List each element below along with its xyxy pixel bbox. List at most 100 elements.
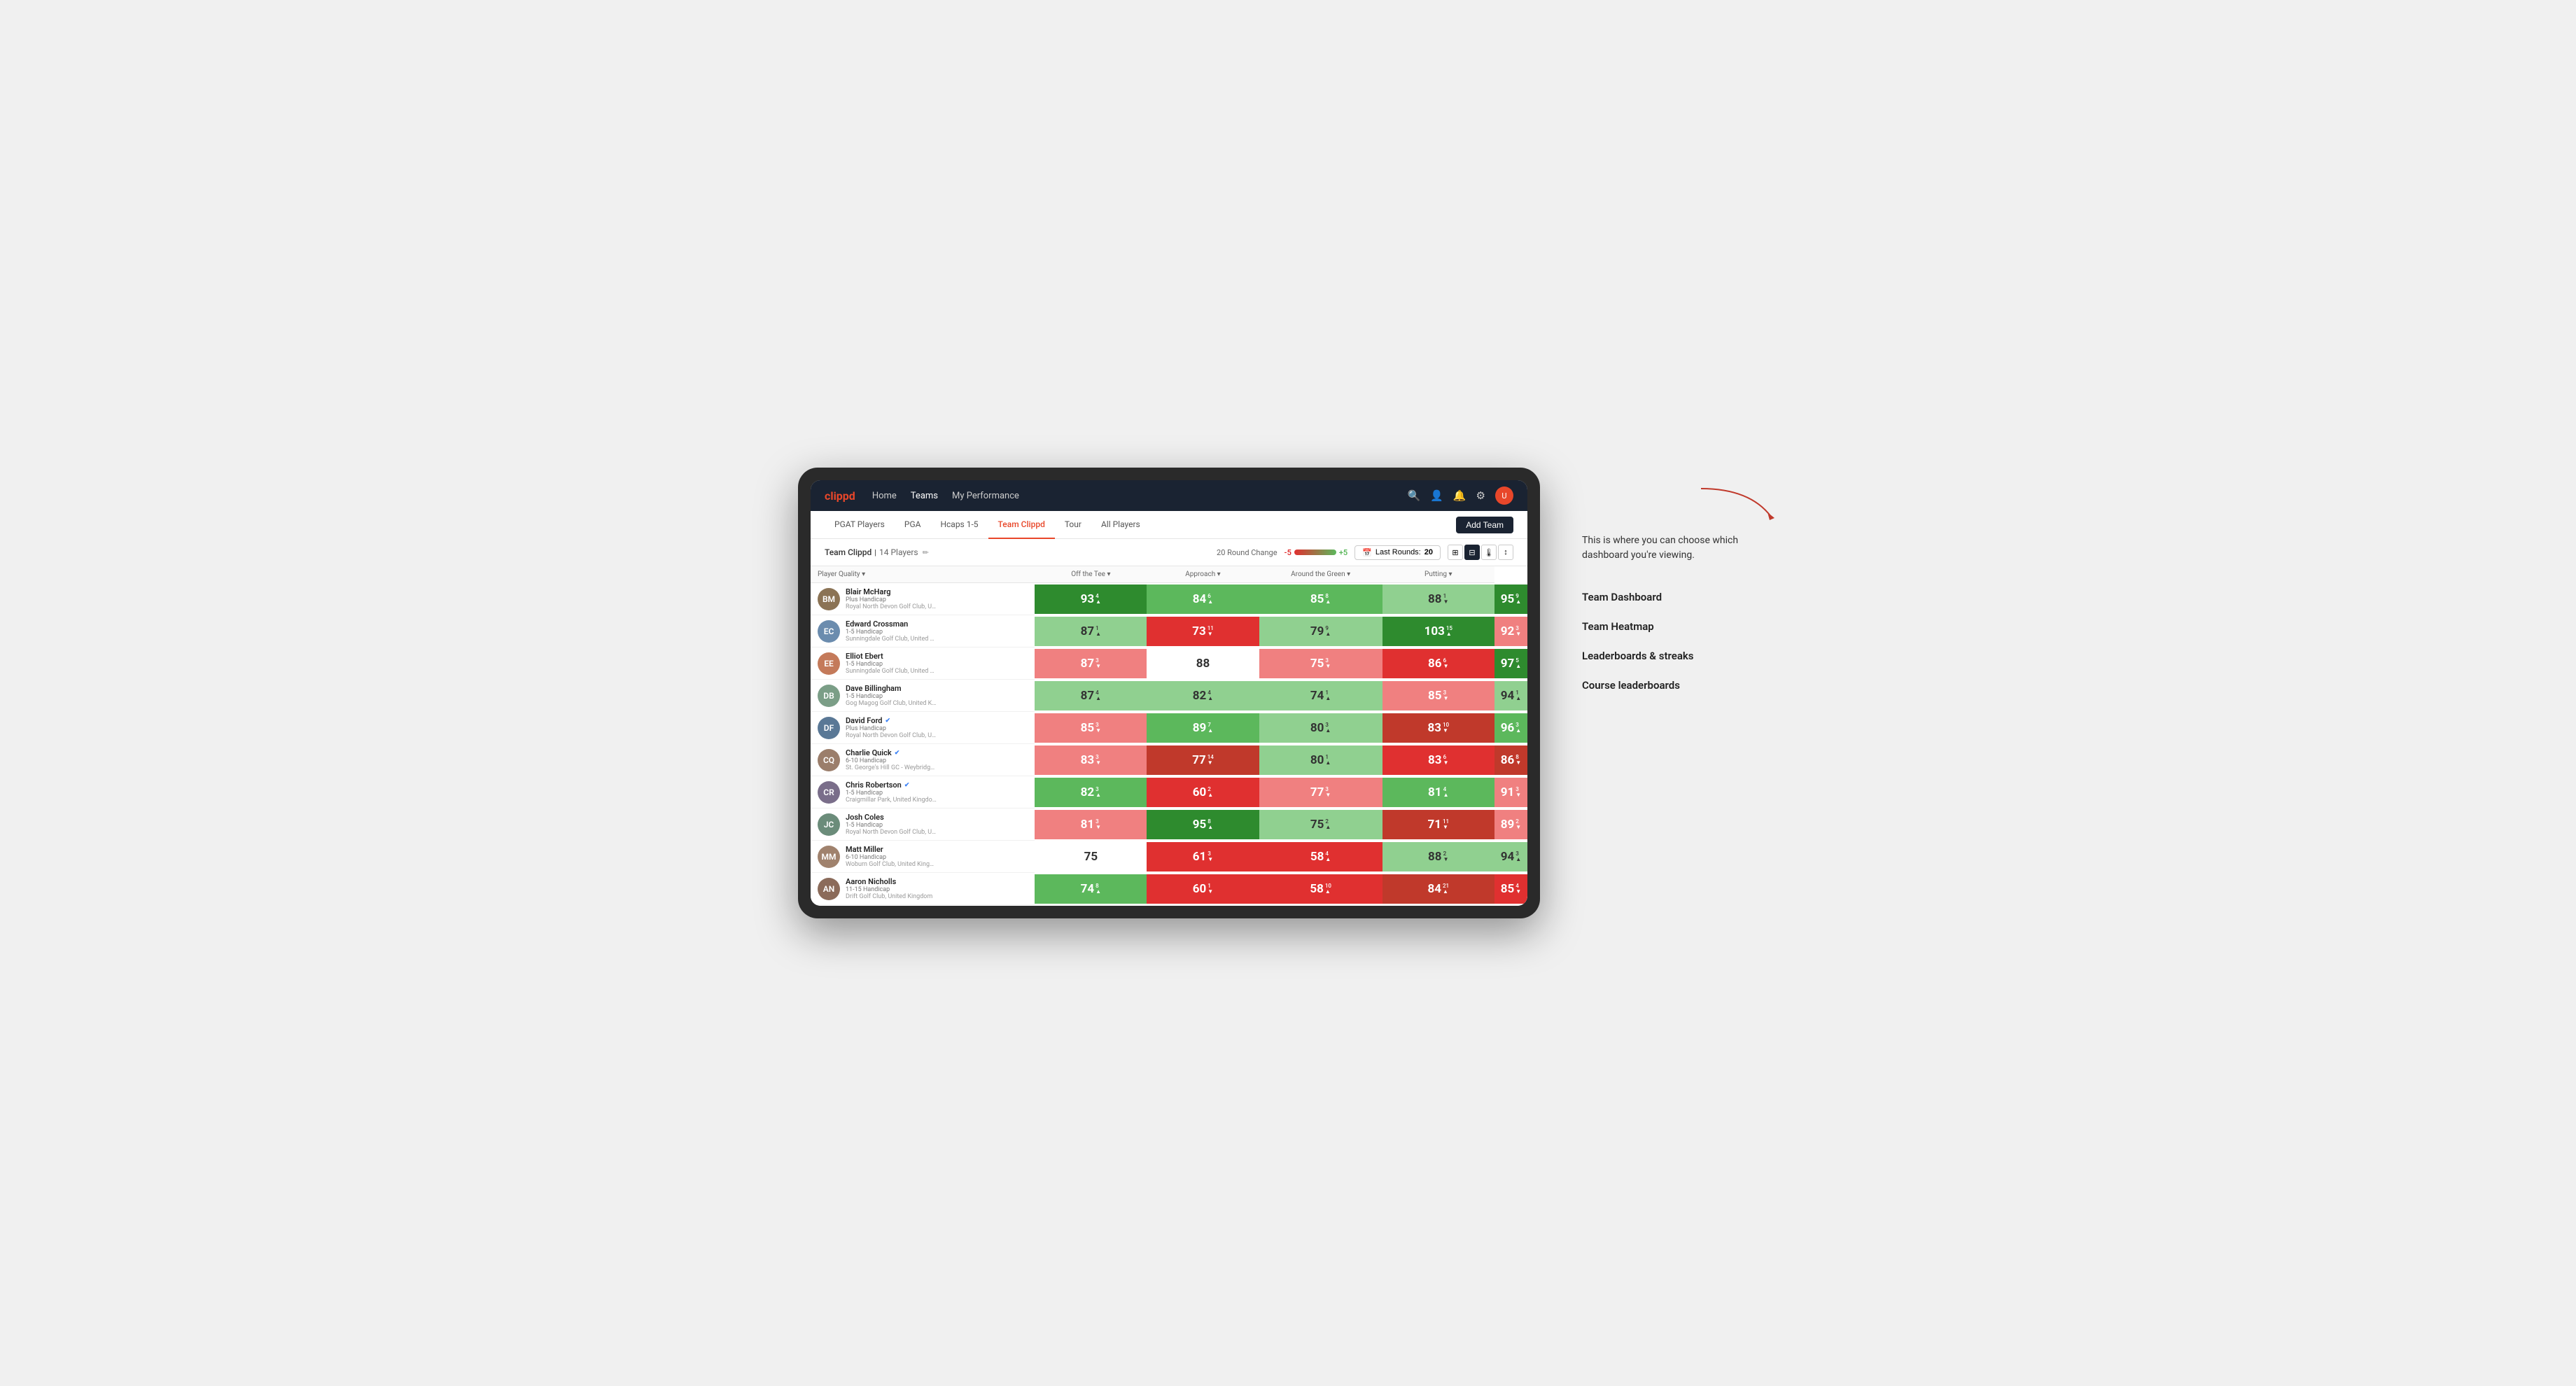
score-cell-quality: 93 4▲ xyxy=(1035,583,1147,616)
score-change-down: 3▼ xyxy=(1096,658,1101,669)
score-number: 94 xyxy=(1501,689,1515,703)
score-number: 75 xyxy=(1084,850,1098,864)
view-grid-small-button[interactable]: ⊞ xyxy=(1448,545,1463,560)
team-header-right: 20 Round Change -5 +5 📅 Last Rounds: 20 … xyxy=(1217,545,1513,560)
score-number: 77 xyxy=(1310,785,1324,799)
score-change-down: 3▼ xyxy=(1325,787,1331,798)
player-avatar: CQ xyxy=(818,749,840,771)
score-number: 89 xyxy=(1193,721,1207,735)
player-name: Chris Robertson ✔ xyxy=(846,780,1028,790)
sub-nav-allplayers[interactable]: All Players xyxy=(1091,511,1150,539)
score-cell-green: 88 1▼ xyxy=(1382,583,1494,616)
player-handicap: 1-5 Handicap xyxy=(846,790,1028,797)
col-header-player[interactable]: Player Quality ▾ xyxy=(811,566,1035,583)
score-cell-putting: 94 1▲ xyxy=(1494,680,1527,712)
score-change-up: 1▲ xyxy=(1516,690,1521,701)
table-row[interactable]: CR Chris Robertson ✔ 1-5 Handicap Craigm… xyxy=(811,776,1527,808)
score-box: 86 8▼ xyxy=(1494,746,1527,775)
score-change-up: 3▲ xyxy=(1516,851,1521,862)
person-icon[interactable]: 👤 xyxy=(1430,489,1443,502)
player-info: Dave Billingham 1-5 Handicap Gog Magog G… xyxy=(846,684,1028,707)
tablet-frame: clippd Home Teams My Performance 🔍 👤 🔔 ⚙… xyxy=(798,468,1540,918)
player-handicap: 1-5 Handicap xyxy=(846,661,1028,668)
score-number: 85 xyxy=(1081,721,1095,735)
view-heatmap-button[interactable]: 🌡 xyxy=(1481,545,1497,560)
nav-link-teams[interactable]: Teams xyxy=(911,491,938,501)
player-handicap: 11-15 Handicap xyxy=(846,886,1028,893)
score-box: 83 6▼ xyxy=(1382,746,1494,775)
table-row[interactable]: EE Elliot Ebert 1-5 Handicap Sunningdale… xyxy=(811,648,1527,680)
player-info: David Ford ✔ Plus Handicap Royal North D… xyxy=(846,716,1028,739)
table-row[interactable]: BM Blair McHarg Plus Handicap Royal Nort… xyxy=(811,583,1527,616)
score-change-down: 3▼ xyxy=(1516,787,1521,798)
score-box: 84 6▲ xyxy=(1147,584,1259,614)
score-cell-quality: 87 3▼ xyxy=(1035,648,1147,680)
search-icon[interactable]: 🔍 xyxy=(1407,489,1420,502)
col-header-putting[interactable]: Putting ▾ xyxy=(1382,566,1494,583)
scale-bar xyxy=(1294,550,1336,555)
last-rounds-button[interactable]: 📅 Last Rounds: 20 xyxy=(1354,545,1441,560)
score-number: 60 xyxy=(1193,785,1207,799)
player-avatar: EC xyxy=(818,620,840,643)
score-box: 95 9▲ xyxy=(1494,584,1527,614)
sub-nav-tour[interactable]: Tour xyxy=(1055,511,1091,539)
table-row[interactable]: CQ Charlie Quick ✔ 6-10 Handicap St. Geo… xyxy=(811,744,1527,776)
player-club: Royal North Devon Golf Club, United King… xyxy=(846,829,937,836)
player-cell: BM Blair McHarg Plus Handicap Royal Nort… xyxy=(811,583,1035,615)
score-change-up: 3▲ xyxy=(1096,787,1101,798)
score-change-down: 10▼ xyxy=(1443,722,1449,734)
settings-icon[interactable]: ⚙ xyxy=(1476,489,1485,502)
score-cell-approach: 80 1▲ xyxy=(1259,744,1382,776)
bell-icon[interactable]: 🔔 xyxy=(1453,489,1466,502)
score-change-up: 3▲ xyxy=(1325,722,1331,734)
table-row[interactable]: MM Matt Miller 6-10 Handicap Woburn Golf… xyxy=(811,841,1527,873)
nav-link-home[interactable]: Home xyxy=(872,491,897,501)
col-header-green[interactable]: Around the Green ▾ xyxy=(1259,566,1382,583)
sub-nav-pgat[interactable]: PGAT Players xyxy=(825,511,895,539)
view-sort-button[interactable]: ↕ xyxy=(1498,545,1513,560)
sub-nav-hcaps[interactable]: Hcaps 1-5 xyxy=(930,511,988,539)
score-number: 103 xyxy=(1424,624,1445,638)
add-team-button[interactable]: Add Team xyxy=(1456,517,1513,533)
score-change-down: 3▼ xyxy=(1325,658,1331,669)
sub-nav-pga[interactable]: PGA xyxy=(895,511,931,539)
score-number: 86 xyxy=(1428,657,1442,671)
table-row[interactable]: AN Aaron Nicholls 11-15 Handicap Drift G… xyxy=(811,873,1527,905)
score-number: 83 xyxy=(1428,753,1442,767)
score-cell-quality: 83 3▼ xyxy=(1035,744,1147,776)
annotation-item-2: Leaderboards & streaks xyxy=(1582,650,1778,662)
sub-nav-teamclippd[interactable]: Team Clippd xyxy=(988,511,1055,539)
score-change-up: 2▲ xyxy=(1208,787,1213,798)
view-grid-large-button[interactable]: ⊟ xyxy=(1464,545,1480,560)
player-handicap: Plus Handicap xyxy=(846,596,1028,603)
score-box: 81 3▼ xyxy=(1035,810,1147,839)
score-change-up: 5▲ xyxy=(1516,658,1521,669)
score-box: 71 11▼ xyxy=(1382,810,1494,839)
team-header: Team Clippd | 14 Players ✏ 20 Round Chan… xyxy=(811,539,1527,566)
table-row[interactable]: JC Josh Coles 1-5 Handicap Royal North D… xyxy=(811,808,1527,841)
table-row[interactable]: EC Edward Crossman 1-5 Handicap Sunningd… xyxy=(811,615,1527,648)
player-name: Edward Crossman xyxy=(846,620,1028,629)
annotation-callout: This is where you can choose which dashb… xyxy=(1582,533,1778,563)
nav-link-myperformance[interactable]: My Performance xyxy=(952,491,1019,501)
score-number: 87 xyxy=(1081,657,1095,671)
player-cell: EE Elliot Ebert 1-5 Handicap Sunningdale… xyxy=(811,648,1035,680)
table-row[interactable]: DB Dave Billingham 1-5 Handicap Gog Mago… xyxy=(811,680,1527,712)
score-box: 85 3▼ xyxy=(1382,681,1494,710)
col-header-approach[interactable]: Approach ▾ xyxy=(1147,566,1259,583)
score-change-up: 4▲ xyxy=(1096,594,1101,605)
score-number: 88 xyxy=(1428,592,1442,606)
col-header-tee[interactable]: Off the Tee ▾ xyxy=(1035,566,1147,583)
score-box: 88 1▼ xyxy=(1382,584,1494,614)
avatar[interactable]: U xyxy=(1495,486,1513,505)
table-row[interactable]: DF David Ford ✔ Plus Handicap Royal Nort… xyxy=(811,712,1527,744)
player-avatar: CR xyxy=(818,781,840,804)
players-table: Player Quality ▾ Off the Tee ▾ Approach … xyxy=(811,566,1527,906)
score-box: 91 3▼ xyxy=(1494,778,1527,807)
player-avatar: DF xyxy=(818,717,840,739)
score-box: 77 14▼ xyxy=(1147,746,1259,775)
edit-icon[interactable]: ✏ xyxy=(923,548,929,557)
player-club: Gog Magog Golf Club, United Kingdom xyxy=(846,700,937,707)
nav-links: Home Teams My Performance xyxy=(872,491,1408,501)
player-club: Royal North Devon Golf Club, United King… xyxy=(846,732,937,739)
